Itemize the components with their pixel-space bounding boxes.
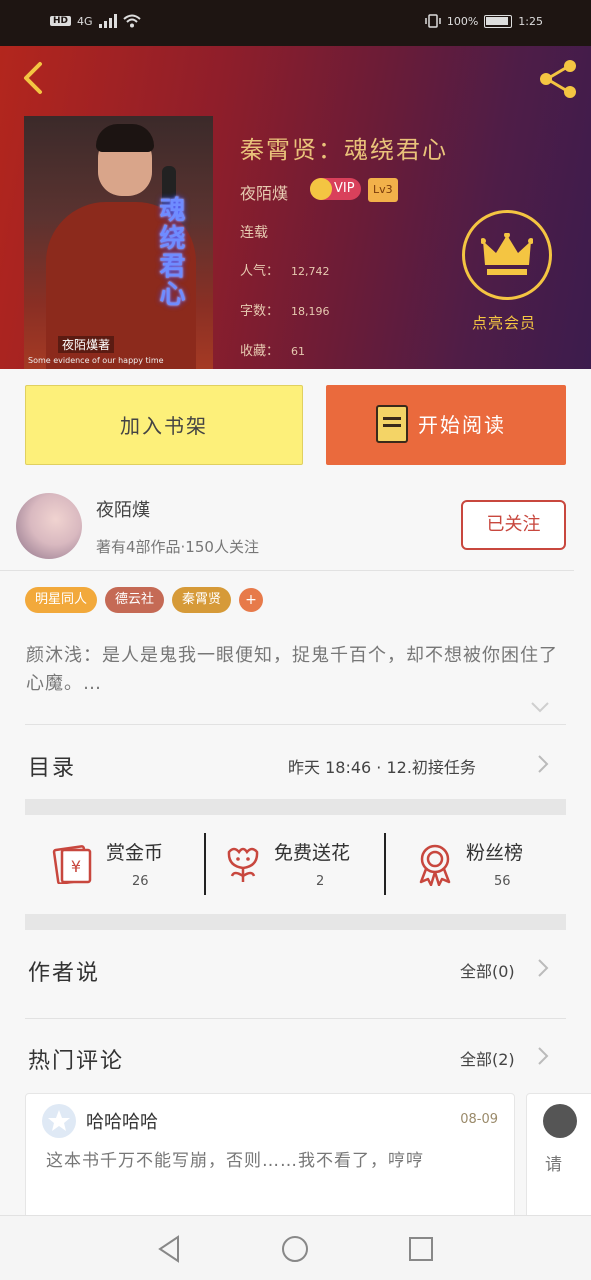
back-arrow-icon[interactable]: [16, 60, 52, 96]
crown-icon: [481, 233, 533, 275]
hot-comments-label: 热门评论: [28, 1049, 125, 1074]
section-separator: [25, 914, 566, 930]
medal-icon: [419, 844, 451, 886]
commenter-avatar[interactable]: [543, 1104, 577, 1138]
reward-count: 56: [494, 874, 511, 889]
comment-card[interactable]: 请: [526, 1093, 591, 1223]
comment-text: 这本书千万不能写崩，否则……我不看了，哼哼: [46, 1151, 424, 1171]
battery-icon: [484, 14, 513, 28]
hero-author-name[interactable]: 夜陌熯: [240, 180, 288, 204]
clock: 1:25: [518, 14, 543, 28]
status-right: 100% 1:25: [425, 14, 543, 28]
chevron-right-icon[interactable]: [536, 1046, 550, 1066]
book-synopsis[interactable]: 颜沐浅：是人是鬼我一眼便知，捉鬼千百个，却不想被你困住了心魔。…: [26, 642, 566, 698]
start-reading-button[interactable]: 开始阅读: [326, 385, 566, 465]
vip-crown-icon: [310, 178, 332, 200]
toc-latest-chapter[interactable]: 昨天 18:46 · 12.初接任务: [288, 754, 476, 778]
comment-card[interactable]: 哈哈哈哈 08-09 这本书千万不能写崩，否则……我不看了，哼哼: [25, 1093, 515, 1223]
tag-chip[interactable]: 德云社: [105, 587, 165, 613]
share-icon[interactable]: [535, 56, 581, 102]
reward-gold-coins[interactable]: ¥ 赏金币 26: [52, 830, 202, 898]
reward-count: 2: [316, 874, 325, 889]
reward-title: 粉丝榜: [466, 842, 524, 864]
stat-word-count: 字数： 18,196: [240, 300, 330, 319]
battery-percent: 100%: [446, 14, 479, 28]
follow-button[interactable]: 已关注: [461, 500, 566, 550]
reward-fan-ranking[interactable]: 粉丝榜 56: [416, 830, 566, 898]
flower-icon: [227, 847, 259, 882]
reward-title: 免费送花: [274, 842, 351, 864]
add-to-shelf-button[interactable]: 加入书架: [25, 385, 303, 465]
book-icon: [376, 405, 408, 443]
tag-chip[interactable]: 秦霄贤: [172, 587, 232, 613]
divider: [25, 724, 566, 725]
comment-text: 请: [545, 1155, 562, 1175]
serial-status: 连载: [240, 225, 268, 241]
hot-comments-all-link[interactable]: 全部(2): [460, 1046, 515, 1070]
more-tags-button[interactable]: +: [239, 588, 264, 612]
nav-home-icon[interactable]: [280, 1234, 310, 1264]
reward-free-flowers[interactable]: 免费送花 2: [224, 830, 374, 898]
divider: [384, 833, 386, 895]
comment-date: 08-09: [460, 1112, 498, 1127]
start-reading-label: 开始阅读: [418, 413, 506, 437]
section-separator: [25, 799, 566, 815]
book-cover[interactable]: 魂绕君心 夜陌熯著 Some evidence of our happy tim…: [24, 116, 213, 369]
nav-recents-icon[interactable]: [406, 1234, 436, 1264]
stat-value: 61: [291, 345, 306, 358]
cover-caption: Some evidence of our happy time: [28, 356, 164, 365]
wifi-icon: [122, 14, 141, 28]
reward-title: 赏金币: [106, 842, 164, 864]
divider: [0, 570, 574, 571]
book-title: 秦霄贤：魂绕君心: [240, 136, 448, 164]
author-avatar[interactable]: [16, 493, 82, 559]
stat-label: 字数：: [240, 304, 280, 319]
status-bar: HD 4G 100% 1:25: [0, 0, 591, 46]
stat-label: 收藏：: [240, 344, 280, 359]
stat-value: 18,196: [291, 305, 330, 318]
red-envelope-icon: ¥: [52, 845, 92, 884]
divider: [25, 1018, 566, 1019]
vip-badge: VIP: [310, 178, 361, 200]
cover-author: 夜陌熯著: [58, 336, 115, 353]
stat-label: 人气：: [240, 264, 280, 279]
stat-value: 12,742: [291, 265, 330, 278]
stat-favorites: 收藏： 61: [240, 340, 305, 359]
book-hero: 魂绕君心 夜陌熯著 Some evidence of our happy tim…: [0, 46, 591, 369]
chevron-right-icon[interactable]: [536, 754, 550, 774]
vip-label: VIP: [334, 181, 355, 196]
vip-member-button[interactable]: [462, 210, 552, 300]
system-nav-bar: [0, 1215, 591, 1280]
level-badge: Lv3: [368, 178, 398, 202]
toc-label[interactable]: 目录: [28, 750, 76, 782]
divider: [204, 833, 206, 895]
author-name[interactable]: 夜陌熯: [96, 496, 150, 522]
signal-icon: [98, 14, 117, 28]
reward-count: 26: [132, 874, 149, 889]
commenter-avatar[interactable]: [42, 1104, 76, 1138]
stat-popularity: 人气： 12,742: [240, 260, 330, 279]
cover-vertical-title: 魂绕君心: [155, 196, 185, 308]
author-meta: 著有4部作品·150人关注: [96, 538, 259, 556]
hd-indicator: HD: [50, 16, 72, 26]
vip-member-label[interactable]: 点亮会员: [472, 312, 536, 333]
nav-back-icon[interactable]: [154, 1234, 184, 1264]
network-type: 4G: [77, 14, 93, 28]
commenter-name[interactable]: 哈哈哈哈: [86, 1108, 158, 1134]
chevron-down-icon[interactable]: [530, 700, 550, 714]
svg-text:¥: ¥: [71, 857, 81, 876]
status-left: HD 4G: [50, 14, 141, 28]
chevron-right-icon[interactable]: [536, 958, 550, 978]
star-icon: [48, 1110, 70, 1131]
author-says-label[interactable]: 作者说: [28, 955, 100, 987]
cover-hair: [96, 124, 154, 152]
tag-list: 明星同人 德云社 秦霄贤 +: [25, 587, 264, 613]
vibrate-icon: [425, 14, 441, 28]
tag-chip[interactable]: 明星同人: [25, 587, 98, 613]
author-says-all-link[interactable]: 全部(0): [460, 958, 515, 982]
